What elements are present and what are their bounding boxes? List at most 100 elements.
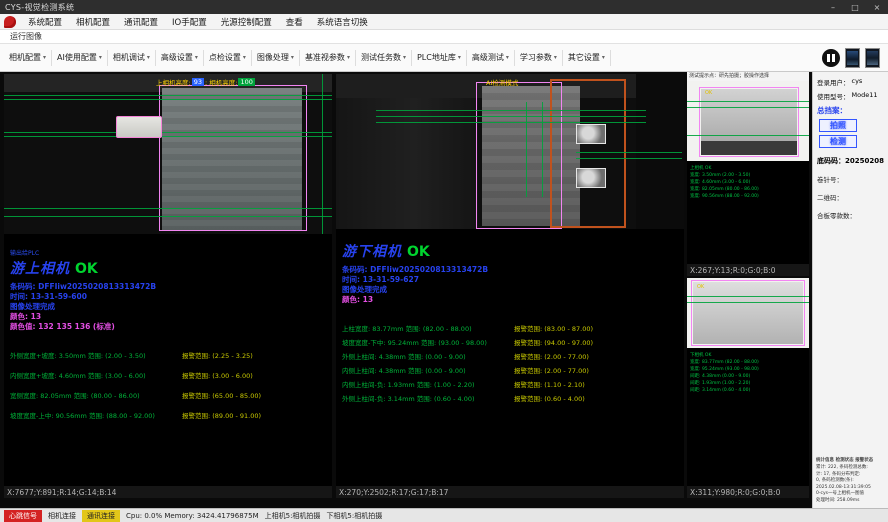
menu-light-config[interactable]: 光源控制配置	[214, 16, 279, 28]
overlay-text: ; 相机高度:	[205, 77, 237, 87]
measurement-text: 内侧上柱间: 4.38mm 范围: (0.00 - 9.00)	[342, 365, 514, 375]
menu-bar: 系统配置 相机配置 通讯配置 IO手配置 光源控制配置 查看 系统语言切换	[0, 14, 888, 30]
template-match-thumb	[576, 124, 606, 144]
process-line: 图像处理完成	[342, 285, 682, 295]
pixel-coords-bottom: X:270;Y:2502;R:17;G:17;B:17	[336, 486, 684, 498]
measurement-text: 内侧上柱间-负: 1.93mm 范围: (1.00 - 2.20)	[342, 379, 514, 389]
warn-range-text: 报警范围: (1.10 - 2.10)	[514, 379, 585, 389]
menu-system-config[interactable]: 系统配置	[21, 16, 69, 28]
measurement-row: 宽侧宽度: 82.05mm 范围: (80.00 - 86.00)报警范围: (…	[10, 390, 330, 400]
warn-range-text: 报警范围: (89.00 - 91.00)	[182, 410, 261, 420]
menu-view[interactable]: 查看	[279, 16, 310, 28]
camera-bottom-capture-status: 下相机5:相机拍摄	[326, 511, 382, 521]
result-block-bottom: 游下相机 OK 条码码: DFFIiw2025020813313472B 时间:…	[342, 231, 682, 407]
image-background	[336, 98, 478, 229]
chevron-down-icon: ▾	[347, 54, 350, 61]
preview-bottom: OK 下相机 OK 宽度: 83.77mm (82.00 - 88.00) 宽度…	[687, 278, 809, 498]
chevron-down-icon: ▾	[99, 54, 102, 61]
result-block-top: 输出给PLC 游上相机 OK 条码码: DFFIiw20250208133134…	[10, 236, 330, 430]
toolbar-image-processing[interactable]: 图像处理▾	[252, 50, 300, 66]
image-overlay-text: 上相机高度: 93 ; 相机高度: 100	[156, 77, 255, 87]
app-window: CYS-视觉检测系统 – □ × 系统配置 相机配置 通讯配置 IO手配置 光源…	[0, 0, 888, 522]
tab-run-image[interactable]: 运行图像	[0, 31, 52, 42]
preview-image-top[interactable]: OK	[687, 81, 809, 161]
measure-line	[4, 132, 332, 133]
date-code-value: 20250208	[845, 157, 884, 165]
preview-image-bottom[interactable]: OK	[687, 278, 809, 348]
menu-comm-config[interactable]: 通讯配置	[117, 16, 165, 28]
toolbar-ai-config[interactable]: AI使用配置▾	[52, 50, 108, 66]
toolbar-plc-address[interactable]: PLC地址库▾	[412, 50, 467, 66]
menu-io-config[interactable]: IO手配置	[165, 16, 214, 28]
pause-button[interactable]	[822, 49, 840, 67]
image-background	[701, 141, 797, 155]
template-match-thumb	[576, 168, 606, 188]
height-value-chip: 100	[238, 78, 254, 86]
preview-text-line: 宽度: 95.24mm (93.00 - 98.00)	[690, 366, 806, 373]
measure-line	[4, 95, 332, 96]
toolbar-learning-params[interactable]: 学习参数▾	[515, 50, 563, 66]
result-title: 游上相机 OK	[10, 258, 330, 278]
preview-text-line: 间距: 4.38mm (0.00 - 9.00)	[690, 373, 806, 380]
preview-info-top: 上相机 OK 宽度: 3.50mm (2.00 - 3.50) 宽度: 4.60…	[687, 161, 809, 264]
measurement-row: 外侧上柱间: 4.38mm 范围: (0.00 - 9.00)报警范围: (2.…	[342, 351, 682, 361]
color-values-line: 颜色值: 132 135 136 (标准)	[10, 322, 330, 332]
toolbar-test-tasks[interactable]: 测试任务数▾	[356, 50, 412, 66]
total-files-label: 总挡案：	[817, 105, 884, 116]
toolbar-camera-debug[interactable]: 相机调试▾	[108, 50, 156, 66]
warn-range-text: 报警范围: (83.00 - 87.00)	[514, 323, 593, 333]
camera-panel-top: 上相机高度: 93 ; 相机高度: 100 输出给PLC 游上相机 OK 条码码…	[4, 74, 332, 498]
measurement-text: 外侧宽度+坡度: 3.50mm 范围: (2.00 - 3.50)	[10, 350, 182, 360]
measure-line	[376, 122, 646, 123]
window-title: CYS-视觉检测系统	[5, 2, 827, 13]
toolbar-camera-config[interactable]: 相机配置▾	[4, 50, 52, 66]
menu-language-switch[interactable]: 系统语言切换	[310, 16, 375, 28]
preview-column: 测试提示点：研先拍摄；胶操作选择 OK 上相机 OK 宽度: 3.50mm (2…	[687, 72, 809, 498]
toolbar-baseline-params[interactable]: 基准视参数▾	[300, 50, 356, 66]
toolbar-advanced-settings[interactable]: 高级设置▾	[156, 50, 204, 66]
measure-line	[4, 216, 332, 217]
toolbar-label: 其它设置	[568, 52, 600, 63]
pixel-coords-preview-top: X:267;Y:13;R:0;G:0;B:0	[687, 264, 809, 276]
date-code-label: 底码码：	[817, 157, 845, 165]
pixel-coords-preview-bottom: X:311;Y:980;R:0;G:0;B:0	[687, 486, 809, 498]
toolbar-label: 点检设置	[209, 52, 241, 63]
preview-text-line: 间距: 3.14mm (0.60 - 4.00)	[690, 387, 806, 394]
measure-line	[376, 110, 646, 111]
result-status: OK	[407, 244, 430, 260]
close-button[interactable]: ×	[871, 3, 883, 12]
cpu-memory-status: Cpu: 0.0% Memory: 3424.41796875M	[126, 512, 259, 520]
main-area: 上相机高度: 93 ; 相机高度: 100 输出给PLC 游上相机 OK 条码码…	[0, 72, 888, 508]
measure-line	[687, 135, 809, 136]
ai-detect-rectangle	[550, 79, 626, 228]
roi-rectangle	[159, 85, 307, 231]
toolbar-other-settings[interactable]: 其它设置▾	[563, 50, 611, 66]
preview-info-bottom: 下相机 OK 宽度: 83.77mm (82.00 - 88.00) 宽度: 9…	[687, 348, 809, 486]
toolbar-label: AI使用配置	[57, 52, 97, 63]
measure-line	[4, 136, 332, 137]
toolbar-label: 高级测试	[472, 52, 504, 63]
minimize-button[interactable]: –	[827, 3, 839, 12]
camera-view-button-2[interactable]	[865, 48, 880, 68]
camera-image-bottom[interactable]: AI检测模式	[336, 74, 684, 229]
color-line: 颜色: 13	[10, 312, 330, 322]
toolbar-spot-check[interactable]: 点检设置▾	[204, 50, 252, 66]
app-logo-icon	[4, 16, 16, 28]
info-sidebar: 登录用户：cys 使用型号：Mode11 总挡案： 拍照 检测 底码码：2025…	[812, 72, 888, 508]
warn-range-text: 报警范围: (2.25 - 3.25)	[182, 350, 253, 360]
preview-text-line: 宽度: 3.50mm (2.00 - 3.50)	[690, 172, 806, 179]
maximize-button[interactable]: □	[849, 3, 861, 12]
camera-view-button-1[interactable]	[845, 48, 860, 68]
camera-image-top[interactable]: 上相机高度: 93 ; 相机高度: 100	[4, 74, 332, 234]
warn-range-text: 报警范围: (0.60 - 4.00)	[514, 393, 585, 403]
login-user-value: cys	[852, 77, 863, 87]
measurement-text: 外侧上柱间: 4.38mm 范围: (0.00 - 9.00)	[342, 351, 514, 361]
overlay-text: 上相机高度:	[156, 77, 191, 87]
toolbar-label: PLC地址库	[417, 52, 456, 63]
toolbar-advanced-test[interactable]: 高级测试▾	[467, 50, 515, 66]
preview-text-line: 宽度: 4.60mm (3.00 - 6.00)	[690, 179, 806, 186]
preview-text-line: 间距: 1.93mm (1.00 - 2.20)	[690, 380, 806, 387]
measure-line	[687, 107, 809, 108]
measurement-list: 上柱宽度: 83.77mm 范围: (82.00 - 88.00)报警范围: (…	[342, 323, 682, 403]
menu-camera-config[interactable]: 相机配置	[69, 16, 117, 28]
